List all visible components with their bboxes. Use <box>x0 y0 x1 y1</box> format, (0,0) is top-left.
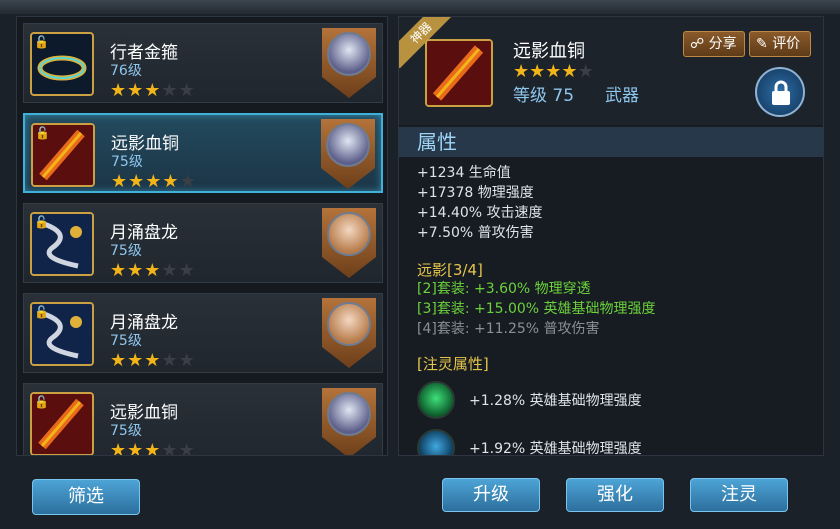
item-icon: 🔓 <box>30 392 94 455</box>
hero-portrait <box>327 32 371 76</box>
set-bonus-line: [2]套装: +3.60% 物理穿透 <box>417 281 591 297</box>
item-level: 75级 <box>111 154 143 170</box>
weapon-icon <box>425 39 493 107</box>
lock-icon: 🔓 <box>35 126 50 140</box>
lock-button[interactable] <box>755 67 805 117</box>
item-icon: 🔓 <box>30 212 94 276</box>
infuse-title: [注灵属性] <box>417 355 489 373</box>
infuse-button[interactable]: 注灵 <box>690 478 788 512</box>
hero-badge[interactable] <box>322 388 376 455</box>
hero-portrait <box>327 302 371 346</box>
weapon-stars: ★★★★★ <box>513 61 594 82</box>
weapon-level: 等级 75 <box>513 86 575 106</box>
lock-icon <box>772 80 790 105</box>
star-rating: ★★★★★ <box>110 80 196 101</box>
list-item[interactable]: 🔓 远影血铜 75级 ★★★★★ <box>23 383 383 456</box>
hero-badge[interactable] <box>322 28 376 98</box>
star-rating: ★★★★★ <box>110 350 196 371</box>
set-bonus-line: [3]套装: +15.00% 英雄基础物理强度 <box>417 301 656 317</box>
top-frame <box>0 0 840 14</box>
share-button[interactable]: ☍ 分享 <box>683 31 745 57</box>
list-item[interactable]: 🔓 月涌盘龙 75级 ★★★★★ <box>23 293 383 373</box>
hero-portrait <box>326 123 370 167</box>
star-rating: ★★★★★ <box>111 171 197 192</box>
list-item[interactable]: 🔓 月涌盘龙 75级 ★★★★★ <box>23 203 383 283</box>
set-bonus-list: [2]套装: +3.60% 物理穿透 [3]套装: +15.00% 英雄基础物理… <box>417 279 656 339</box>
item-level: 75级 <box>110 333 142 349</box>
set-bonus-line: [4]套装: +11.25% 普攻伤害 <box>417 321 600 337</box>
hero-portrait <box>327 212 371 256</box>
list-item[interactable]: 🔓 行者金箍 76级 ★★★★★ <box>23 23 383 103</box>
item-icon: 🔓 <box>30 32 94 96</box>
infuse-row: +1.92% 英雄基础物理强度 <box>417 429 817 456</box>
star-rating: ★★★★★ <box>110 440 196 456</box>
weapon-name: 远影血铜 <box>513 41 585 62</box>
rate-label: 评价 <box>772 36 801 52</box>
infuse-text: +1.92% 英雄基础物理强度 <box>469 441 642 456</box>
share-icon: ☍ <box>690 36 705 52</box>
lock-icon: 🔓 <box>34 35 49 49</box>
item-level: 75级 <box>110 423 142 439</box>
infuse-row: +1.28% 英雄基础物理强度 <box>417 381 817 421</box>
stat-line: +17378 物理强度 <box>417 185 534 201</box>
star-rating: ★★★★★ <box>110 260 196 281</box>
infuse-text: +1.28% 英雄基础物理强度 <box>469 393 642 409</box>
item-level: 76级 <box>110 63 142 79</box>
equipment-list[interactable]: 🔓 行者金箍 76级 ★★★★★ 🔓 远影血铜 75级 ★★★★★ 🔓 月涌盘龙… <box>16 16 388 456</box>
item-icon: 🔓 <box>30 302 94 366</box>
infuse-orb-icon <box>417 429 455 455</box>
hero-badge[interactable] <box>322 298 376 368</box>
filter-button[interactable]: 筛选 <box>32 479 140 515</box>
share-label: 分享 <box>708 36 737 52</box>
detail-header: 神器 远影血铜 ★★★★★ 等级 75 武器 ☍ 分享 ✎ 评价 <box>399 17 823 125</box>
weapon-type: 武器 <box>605 86 639 106</box>
attributes-title: 属性 <box>399 127 823 157</box>
lock-icon: 🔓 <box>34 395 49 409</box>
hero-portrait <box>327 392 371 436</box>
item-icon: 🔓 <box>31 123 95 187</box>
lock-icon: 🔓 <box>34 215 49 229</box>
item-level: 75级 <box>110 243 142 259</box>
lock-icon: 🔓 <box>34 305 49 319</box>
stat-list: +1234 生命值 +17378 物理强度 +14.40% 攻击速度 +7.50… <box>417 163 543 243</box>
rate-button[interactable]: ✎ 评价 <box>749 31 811 57</box>
detail-panel: 神器 远影血铜 ★★★★★ 等级 75 武器 ☍ 分享 ✎ 评价 属性 +123… <box>398 16 824 456</box>
hero-badge[interactable] <box>321 119 375 189</box>
edit-icon: ✎ <box>756 36 768 52</box>
stat-line: +14.40% 攻击速度 <box>417 205 543 221</box>
stat-line: +1234 生命值 <box>417 165 511 181</box>
infuse-orb-icon <box>417 381 455 419</box>
hero-badge[interactable] <box>322 208 376 278</box>
stat-line: +7.50% 普攻伤害 <box>417 225 534 241</box>
set-title: 远影[3/4] <box>417 261 483 279</box>
list-item-selected[interactable]: 🔓 远影血铜 75级 ★★★★★ <box>23 113 383 193</box>
enhance-button[interactable]: 强化 <box>566 478 664 512</box>
upgrade-button[interactable]: 升级 <box>442 478 540 512</box>
